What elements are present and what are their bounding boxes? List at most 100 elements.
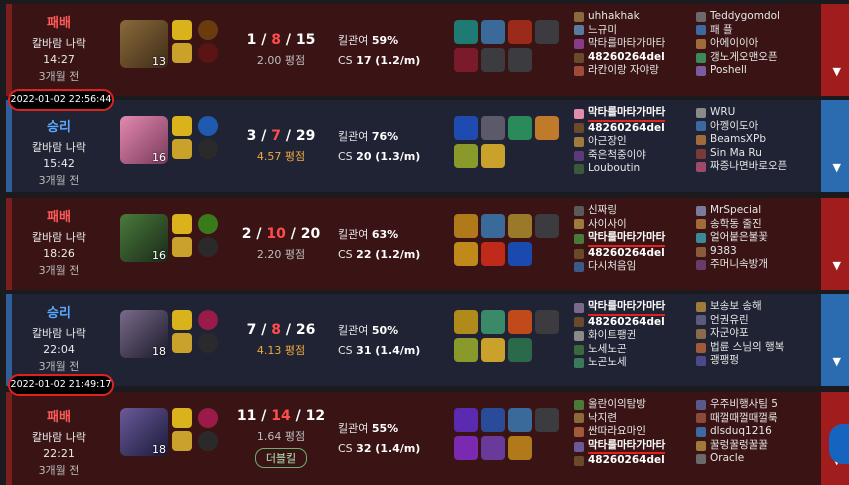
item-icon[interactable]	[454, 408, 478, 432]
item-icon[interactable]	[454, 20, 478, 44]
secondary-rune-icon[interactable]	[198, 237, 218, 257]
player-entry[interactable]: 48260264del	[574, 122, 692, 136]
flash-spell-icon[interactable]	[172, 43, 192, 63]
item-icon[interactable]	[508, 338, 532, 362]
player-entry[interactable]: 노곤노세	[574, 356, 692, 370]
player-entry[interactable]: dlsduq1216	[696, 425, 814, 439]
item-icon[interactable]	[508, 242, 532, 266]
expand-details-button[interactable]: ▼	[821, 4, 849, 96]
mark-spell-icon[interactable]	[172, 214, 192, 234]
player-entry[interactable]: 아껭이도아	[696, 120, 814, 134]
player-entry[interactable]: 보송보 송해	[696, 300, 814, 314]
floating-help-button[interactable]	[829, 424, 849, 464]
player-entry[interactable]: 올란이의탐방	[574, 398, 692, 412]
secondary-rune-icon[interactable]	[198, 43, 218, 63]
player-entry[interactable]: 라칸이랑 자야랑	[574, 64, 692, 78]
player-entry[interactable]: 싼따라요마인	[574, 425, 692, 439]
primary-rune-icon[interactable]	[198, 408, 218, 428]
item-icon[interactable]	[481, 408, 505, 432]
player-entry[interactable]: 우주비행사팀 5	[696, 398, 814, 412]
item-icon[interactable]	[481, 338, 505, 362]
champion-portrait[interactable]: 16	[120, 214, 168, 262]
player-entry[interactable]: 48260264del	[574, 316, 692, 330]
item-icon[interactable]	[508, 214, 532, 238]
item-icon[interactable]	[535, 116, 559, 140]
mark-spell-icon[interactable]	[172, 20, 192, 40]
champion-portrait[interactable]: 18	[120, 310, 168, 358]
champion-portrait[interactable]: 13	[120, 20, 168, 68]
item-icon[interactable]	[481, 144, 505, 168]
item-icon[interactable]	[508, 116, 532, 140]
player-entry[interactable]: 주머니속방개	[696, 258, 814, 272]
player-entry[interactable]: 신짜링	[574, 204, 692, 218]
player-entry[interactable]: Sin Ma Ru	[696, 147, 814, 161]
player-entry[interactable]: 48260264del	[574, 247, 692, 261]
primary-rune-icon[interactable]	[198, 214, 218, 234]
flash-spell-icon[interactable]	[172, 237, 192, 257]
item-icon[interactable]	[508, 436, 532, 460]
player-entry[interactable]: 때껄때껄때껄룩	[696, 412, 814, 426]
item-icon[interactable]	[454, 436, 478, 460]
secondary-rune-icon[interactable]	[198, 431, 218, 451]
match-row[interactable]: 패배 칼바람 나락 18:26 3개월 전 16 2 / 10 / 20 2.2…	[6, 198, 849, 290]
player-entry-self[interactable]: 막타를마타가마타	[574, 231, 692, 247]
item-icon[interactable]	[508, 20, 532, 44]
player-entry[interactable]: 괭팽펑	[696, 354, 814, 368]
flash-spell-icon[interactable]	[172, 139, 192, 159]
player-entry[interactable]: 아근장인	[574, 135, 692, 149]
item-icon[interactable]	[481, 436, 505, 460]
expand-details-button[interactable]: ▼	[821, 100, 849, 192]
mark-spell-icon[interactable]	[172, 408, 192, 428]
primary-rune-icon[interactable]	[198, 116, 218, 136]
player-entry[interactable]: 막타를마타가마타	[574, 37, 692, 51]
match-row[interactable]: 승리 칼바람 나락 22:04 3개월 전 18 7 / 8 / 26 4.13…	[6, 294, 849, 386]
player-entry[interactable]: 노세노곤	[574, 343, 692, 357]
item-icon[interactable]	[481, 20, 505, 44]
player-entry[interactable]: 송학동 줄진	[696, 218, 814, 232]
flash-spell-icon[interactable]	[172, 333, 192, 353]
item-icon[interactable]	[508, 310, 532, 334]
item-icon[interactable]	[508, 408, 532, 432]
flash-spell-icon[interactable]	[172, 431, 192, 451]
player-entry[interactable]: 48260264del	[574, 454, 692, 468]
match-row[interactable]: 패배 칼바람 나락 14:27 3개월 전 13 1 / 8 / 15 2.00…	[6, 4, 849, 96]
player-entry[interactable]: 사이사이	[574, 218, 692, 232]
player-entry[interactable]: Louboutin	[574, 162, 692, 176]
player-entry[interactable]: 패 플	[696, 24, 814, 38]
champion-portrait[interactable]: 16	[120, 116, 168, 164]
item-icon[interactable]	[481, 242, 505, 266]
player-entry[interactable]: MrSpecial	[696, 204, 814, 218]
player-entry[interactable]: 얼어붙은불꽃	[696, 231, 814, 245]
secondary-rune-icon[interactable]	[198, 333, 218, 353]
player-entry-self[interactable]: 막타를마타가마타	[574, 439, 692, 455]
item-icon[interactable]	[481, 116, 505, 140]
player-entry-self[interactable]: 48260264del	[574, 51, 692, 65]
item-icon[interactable]	[454, 338, 478, 362]
player-entry[interactable]: 자군야포	[696, 327, 814, 341]
item-icon[interactable]	[481, 310, 505, 334]
player-entry-self[interactable]: 막타를마타가마타	[574, 300, 692, 316]
player-entry[interactable]: WRU	[696, 106, 814, 120]
item-icon[interactable]	[454, 242, 478, 266]
player-entry[interactable]: 짜증나면바로오픈	[696, 160, 814, 174]
champion-portrait[interactable]: 18	[120, 408, 168, 456]
mark-spell-icon[interactable]	[172, 310, 192, 330]
expand-details-button[interactable]: ▼	[821, 198, 849, 290]
player-entry[interactable]: 법륜 스님의 행복	[696, 341, 814, 355]
player-entry-self[interactable]: 막타를마타가마타	[574, 106, 692, 122]
player-entry[interactable]: uhhakhak	[574, 10, 692, 24]
player-entry[interactable]: 죽은척중이야	[574, 149, 692, 163]
player-entry[interactable]: 느규미	[574, 24, 692, 38]
secondary-rune-icon[interactable]	[198, 139, 218, 159]
player-entry[interactable]: 9383	[696, 245, 814, 259]
primary-rune-icon[interactable]	[198, 20, 218, 40]
mark-spell-icon[interactable]	[172, 116, 192, 136]
player-entry[interactable]: BeamsXPb	[696, 133, 814, 147]
player-entry[interactable]: Oracle	[696, 452, 814, 466]
primary-rune-icon[interactable]	[198, 310, 218, 330]
item-icon[interactable]	[454, 310, 478, 334]
item-icon[interactable]	[481, 214, 505, 238]
item-icon[interactable]	[454, 214, 478, 238]
item-icon[interactable]	[454, 48, 478, 72]
player-entry[interactable]: 꿀렁꿀렁꿀꿀	[696, 439, 814, 453]
